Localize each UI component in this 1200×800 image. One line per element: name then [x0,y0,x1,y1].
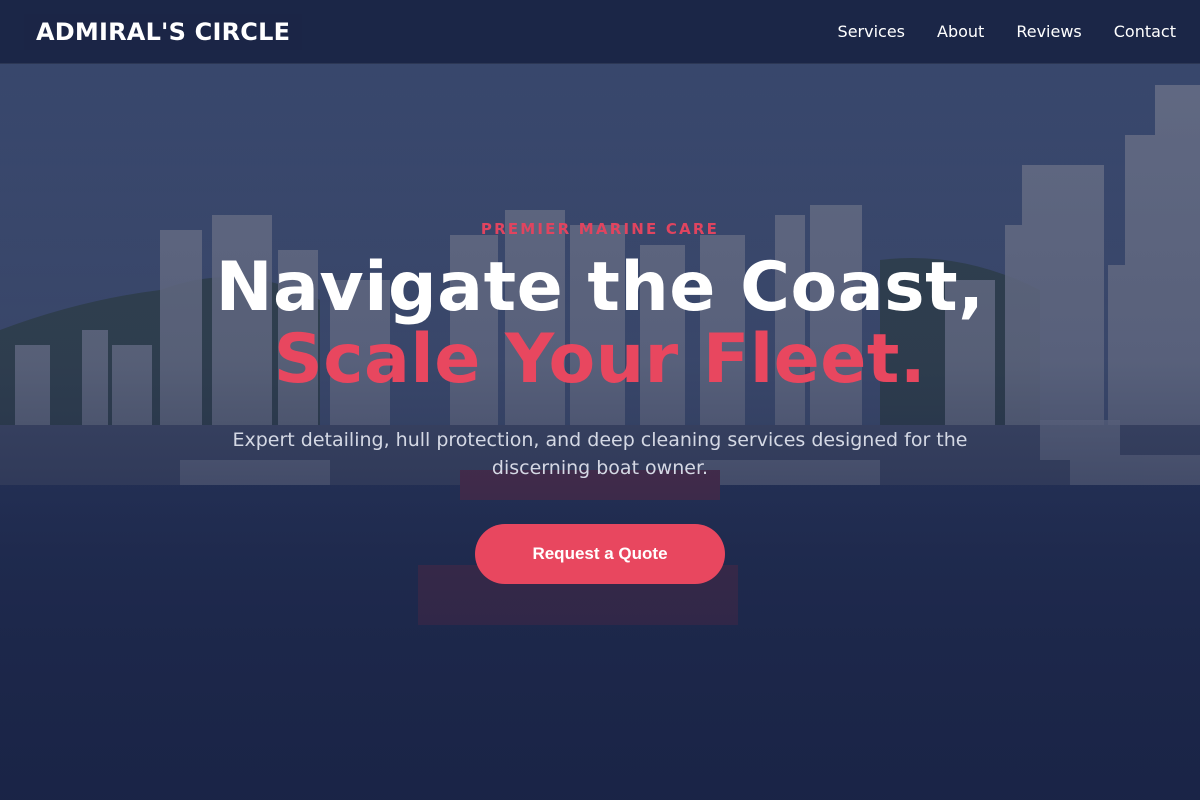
hero-headline-line2: Scale Your Fleet. [273,320,927,399]
hero-section: PREMIER MARINE CARE Navigate the Coast, … [0,64,1200,800]
nav-link-contact[interactable]: Contact [1114,22,1176,41]
hero-eyebrow: PREMIER MARINE CARE [480,220,720,238]
request-quote-button[interactable]: Request a Quote [475,524,725,584]
top-nav: ADMIRAL'S CIRCLE Services About Reviews … [0,0,1200,64]
hero-headline: Navigate the Coast, Scale Your Fleet. [216,252,985,396]
hero-subtext: Expert detailing, hull protection, and d… [232,429,968,479]
nav-link-services[interactable]: Services [838,22,905,41]
nav-link-reviews[interactable]: Reviews [1016,22,1081,41]
nav-link-about[interactable]: About [937,22,984,41]
hero-headline-line1: Navigate the Coast, [215,248,985,327]
nav-links: Services About Reviews Contact [838,22,1176,41]
brand-logo[interactable]: ADMIRAL'S CIRCLE [24,13,303,50]
